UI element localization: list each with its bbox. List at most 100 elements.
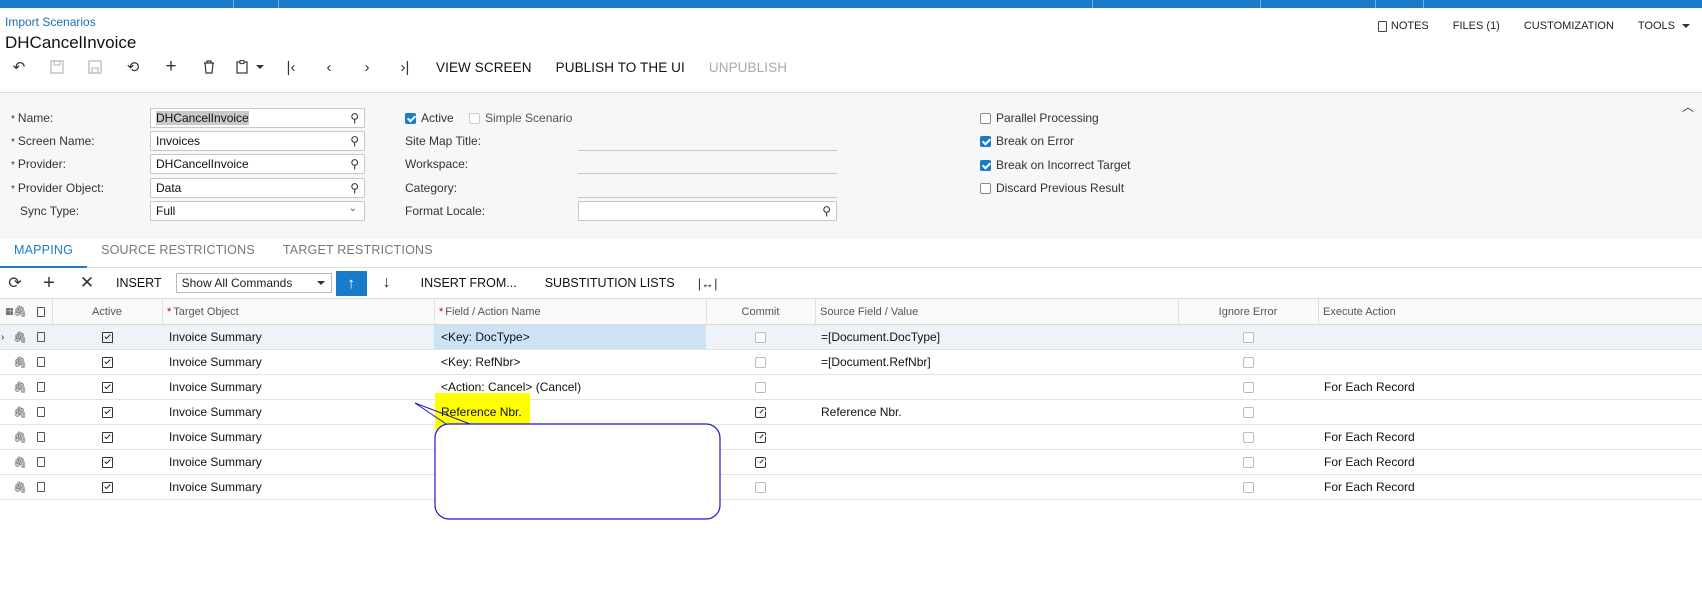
note-cell[interactable] [30, 475, 52, 499]
target-object-cell[interactable]: Invoice Summary [162, 450, 434, 474]
target-object-cell[interactable]: Invoice Summary [162, 425, 434, 449]
first-record-icon[interactable]: |‹ [272, 56, 310, 78]
tab-target-restrictions[interactable]: TARGET RESTRICTIONS [269, 240, 447, 268]
source-field-column-header[interactable]: Source Field / Value [815, 299, 1178, 324]
provider-object-field[interactable]: Data ⚲ [150, 178, 365, 198]
active-cell[interactable] [52, 400, 162, 424]
attachment-cell[interactable]: 🖇 [10, 325, 30, 349]
next-record-icon[interactable]: › [348, 56, 386, 78]
field-action-cell[interactable] [434, 475, 706, 499]
active-checkbox[interactable]: Active [405, 111, 454, 125]
attachment-cell[interactable]: 🖇 [10, 400, 30, 424]
note-cell[interactable] [30, 400, 52, 424]
sync-type-select[interactable]: Full ⌄ [150, 201, 365, 221]
checkbox-checked-icon[interactable] [755, 431, 766, 443]
checkbox-checked-icon[interactable] [755, 406, 766, 418]
source-field-cell[interactable]: =[Document.DocType] [815, 325, 1178, 349]
fit-columns-icon[interactable]: |↔| [689, 270, 727, 296]
note-cell[interactable] [30, 325, 52, 349]
attachment-cell[interactable]: 🖇 [10, 475, 30, 499]
attachment-cell[interactable]: 🖇 [10, 350, 30, 374]
commit-cell[interactable] [706, 375, 815, 399]
parallel-processing-checkbox[interactable]: Parallel Processing [980, 111, 1099, 125]
checkbox-checked-icon[interactable] [101, 381, 113, 393]
delete-icon[interactable] [190, 56, 228, 78]
ignore-error-cell[interactable] [1178, 475, 1318, 499]
ignore-error-cell[interactable] [1178, 350, 1318, 374]
active-cell[interactable] [52, 425, 162, 449]
table-row[interactable]: 🖇 Invoice Summary For Each Record [0, 450, 1702, 475]
checkbox-icon[interactable] [755, 381, 766, 393]
files-button[interactable]: FILES (1) [1441, 19, 1512, 33]
tools-button[interactable]: TOOLS [1626, 19, 1702, 33]
notes-button[interactable]: NOTES [1366, 19, 1441, 33]
source-field-cell[interactable] [815, 450, 1178, 474]
target-object-cell[interactable]: Invoice Summary [162, 350, 434, 374]
note-cell[interactable] [30, 350, 52, 374]
target-object-cell[interactable]: Invoice Summary [162, 400, 434, 424]
table-row[interactable]: 🖇 Invoice Summary For Each Record [0, 475, 1702, 500]
field-action-cell[interactable]: <Key: RefNbr> [434, 350, 706, 374]
name-field[interactable]: DHCancelInvoice ⚲ [150, 108, 365, 128]
note-cell[interactable] [30, 425, 52, 449]
active-cell[interactable] [52, 450, 162, 474]
attachment-cell[interactable]: 🖇 [10, 375, 30, 399]
screen-name-field[interactable]: Invoices ⚲ [150, 131, 365, 151]
checkbox-icon[interactable] [755, 356, 766, 368]
search-icon[interactable]: ⚲ [350, 157, 359, 171]
customization-button[interactable]: CUSTOMIZATION [1512, 19, 1626, 33]
add-icon[interactable]: + [152, 56, 190, 78]
field-action-cell[interactable] [434, 425, 706, 449]
insert-button[interactable]: INSERT [106, 276, 172, 290]
tab-mapping[interactable]: MAPPING [0, 240, 88, 268]
search-icon[interactable]: ⚲ [350, 111, 359, 125]
note-cell[interactable] [30, 375, 52, 399]
search-icon[interactable]: ⚲ [822, 204, 831, 218]
move-up-icon[interactable]: ↑ [335, 270, 367, 296]
ignore-error-cell[interactable] [1178, 425, 1318, 449]
checkbox-checked-icon[interactable] [101, 431, 113, 443]
checkbox-checked-icon[interactable] [101, 331, 113, 343]
table-row[interactable]: 🖇 Invoice Summary <Key: RefNbr> =[Document.… [0, 350, 1702, 375]
table-row[interactable]: › 🖇 Invoice Summary <Key: DocType> =[Documen… [0, 325, 1702, 350]
checkbox-icon[interactable] [1242, 331, 1254, 343]
target-object-column-header[interactable]: * Target Object [162, 299, 434, 324]
add-row-icon[interactable]: + [30, 270, 68, 296]
ignore-error-column-header[interactable]: Ignore Error [1178, 299, 1318, 324]
break-on-incorrect-target-checkbox[interactable]: Break on Incorrect Target [980, 158, 1131, 172]
chevron-up-icon[interactable]: ︿ [1682, 98, 1694, 115]
table-row[interactable]: 🖇 Invoice Summary <Action: Cancel> (Cancel… [0, 375, 1702, 400]
checkbox-checked-icon[interactable] [101, 481, 113, 493]
execute-action-cell[interactable]: For Each Record [1318, 450, 1702, 474]
target-object-cell[interactable]: Invoice Summary [162, 325, 434, 349]
commit-cell[interactable] [706, 450, 815, 474]
ignore-error-cell[interactable] [1178, 400, 1318, 424]
checkbox-checked-icon[interactable] [101, 406, 113, 418]
previous-record-icon[interactable]: ‹ [310, 56, 348, 78]
checkbox-icon[interactable] [1242, 456, 1254, 468]
tab-source-restrictions[interactable]: SOURCE RESTRICTIONS [87, 240, 269, 268]
checkbox-icon[interactable] [1242, 481, 1254, 493]
table-row[interactable]: 🖇 Invoice Summary For Each Record [0, 425, 1702, 450]
table-row[interactable]: 🖇 Invoice Summary Reference Nbr. [0, 400, 1702, 425]
field-action-cell[interactable]: <Action: Cancel> (Cancel) [434, 375, 706, 399]
ignore-error-cell[interactable] [1178, 450, 1318, 474]
target-object-cell[interactable]: Invoice Summary [162, 375, 434, 399]
commit-cell[interactable] [706, 400, 815, 424]
checkbox-checked-icon[interactable] [755, 456, 766, 468]
execute-action-cell[interactable] [1318, 350, 1702, 374]
target-object-cell[interactable]: Invoice Summary [162, 475, 434, 499]
break-on-error-checkbox[interactable]: Break on Error [980, 134, 1074, 148]
source-field-cell[interactable]: =[Document.RefNbr] [815, 350, 1178, 374]
active-cell[interactable] [52, 325, 162, 349]
execute-action-column-header[interactable]: Execute Action [1318, 299, 1702, 324]
execute-action-cell[interactable]: For Each Record [1318, 425, 1702, 449]
checkbox-icon[interactable] [1242, 381, 1254, 393]
discard-previous-result-checkbox[interactable]: Discard Previous Result [980, 181, 1124, 195]
active-cell[interactable] [52, 350, 162, 374]
attachment-cell[interactable]: 🖇 [10, 425, 30, 449]
publish-button[interactable]: PUBLISH TO THE UI [544, 60, 697, 75]
source-field-cell[interactable] [815, 475, 1178, 499]
checkbox-icon[interactable] [1242, 406, 1254, 418]
save-icon[interactable] [38, 56, 76, 78]
